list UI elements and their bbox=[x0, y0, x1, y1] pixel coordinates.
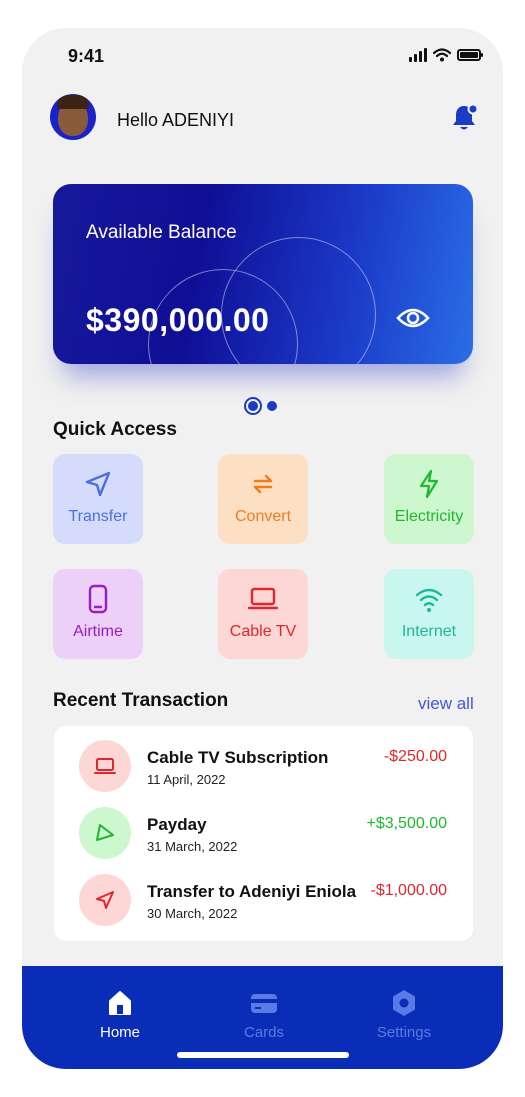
transaction-icon bbox=[79, 740, 131, 792]
phone-icon bbox=[88, 584, 108, 614]
balance-card[interactable]: Available Balance $390,000.00 bbox=[53, 184, 473, 364]
quick-access-cable-tv[interactable]: Cable TV bbox=[218, 569, 308, 659]
quick-access-label: Cable TV bbox=[229, 623, 297, 640]
transaction-amount: -$1,000.00 bbox=[370, 882, 447, 899]
nav-home[interactable]: Home bbox=[80, 988, 160, 1041]
send-icon bbox=[96, 824, 114, 841]
transaction-row[interactable]: Transfer to Adeniyi Eniola 30 March, 202… bbox=[54, 874, 473, 934]
quick-access-label: Transfer bbox=[68, 508, 128, 525]
nav-cards[interactable]: Cards bbox=[224, 988, 304, 1041]
quick-access-label: Airtime bbox=[73, 623, 123, 640]
transaction-icon bbox=[79, 874, 131, 926]
greeting-text: Hello ADENIYI bbox=[117, 110, 235, 130]
quick-access-title: Quick Access bbox=[53, 419, 177, 440]
header: Hello ADENIYI bbox=[50, 94, 480, 148]
quick-access-internet[interactable]: Internet bbox=[384, 569, 474, 659]
quick-access-transfer[interactable]: Transfer bbox=[53, 454, 143, 544]
wifi-icon bbox=[415, 588, 443, 612]
transaction-date: 30 March, 2022 bbox=[147, 906, 238, 921]
card-decor-circle bbox=[221, 237, 376, 364]
transaction-amount: +$3,500.00 bbox=[366, 815, 447, 832]
nav-label: Home bbox=[99, 1024, 140, 1041]
card-icon bbox=[251, 994, 277, 1013]
carousel-dot-active[interactable] bbox=[244, 397, 262, 415]
transaction-row[interactable]: Cable TV Subscription 11 April, 2022 -$2… bbox=[54, 740, 473, 800]
avatar[interactable] bbox=[50, 94, 96, 140]
convert-icon bbox=[253, 474, 273, 494]
carousel-dots bbox=[244, 397, 277, 415]
transaction-amount: -$250.00 bbox=[383, 748, 447, 765]
battery-icon bbox=[457, 49, 483, 61]
home-indicator bbox=[177, 1052, 349, 1058]
notification-bell-icon[interactable] bbox=[448, 102, 480, 134]
balance-amount: $390,000.00 bbox=[86, 302, 270, 338]
transaction-name: Transfer to Adeniyi Eniola bbox=[147, 882, 357, 901]
status-bar: 9:41 bbox=[22, 28, 503, 88]
transaction-list: Cable TV Subscription 11 April, 2022 -$2… bbox=[54, 726, 473, 941]
view-all-link[interactable]: view all bbox=[418, 694, 474, 714]
eye-icon[interactable] bbox=[396, 304, 430, 332]
transaction-row[interactable]: Payday 31 March, 2022 +$3,500.00 bbox=[54, 807, 473, 867]
quick-access-label: Electricity bbox=[394, 508, 464, 525]
transaction-date: 31 March, 2022 bbox=[147, 839, 238, 854]
quick-access-label: Convert bbox=[234, 508, 292, 525]
send-icon bbox=[96, 891, 114, 909]
nav-label: Cards bbox=[243, 1024, 284, 1041]
balance-label: Available Balance bbox=[86, 222, 237, 243]
nav-label: Settings bbox=[376, 1024, 432, 1041]
transaction-name: Cable TV Subscription bbox=[147, 748, 329, 767]
quick-access-electricity[interactable]: Electricity bbox=[384, 454, 474, 544]
send-icon bbox=[85, 471, 111, 497]
quick-access-convert[interactable]: Convert bbox=[218, 454, 308, 544]
carousel-dot[interactable] bbox=[267, 401, 277, 411]
laptop-icon bbox=[247, 587, 279, 610]
laptop-icon bbox=[94, 758, 116, 774]
status-icons bbox=[409, 48, 483, 62]
transaction-name: Payday bbox=[147, 815, 207, 834]
phone-screen: 9:41 Hello ADENIYI Available Balance $39… bbox=[22, 28, 503, 1069]
quick-access-airtime[interactable]: Airtime bbox=[53, 569, 143, 659]
quick-access-label: Internet bbox=[401, 623, 457, 640]
home-icon bbox=[109, 991, 131, 1015]
settings-icon bbox=[393, 990, 415, 1016]
nav-settings[interactable]: Settings bbox=[364, 988, 444, 1041]
transaction-icon bbox=[79, 807, 131, 859]
bottom-nav: Home Cards Settings bbox=[22, 966, 503, 1069]
signal-icon bbox=[409, 48, 427, 62]
wifi-status-icon bbox=[433, 48, 451, 62]
electricity-icon bbox=[419, 469, 439, 499]
status-time: 9:41 bbox=[68, 46, 105, 66]
recent-transaction-title: Recent Transaction bbox=[53, 690, 229, 711]
transaction-date: 11 April, 2022 bbox=[147, 772, 226, 787]
